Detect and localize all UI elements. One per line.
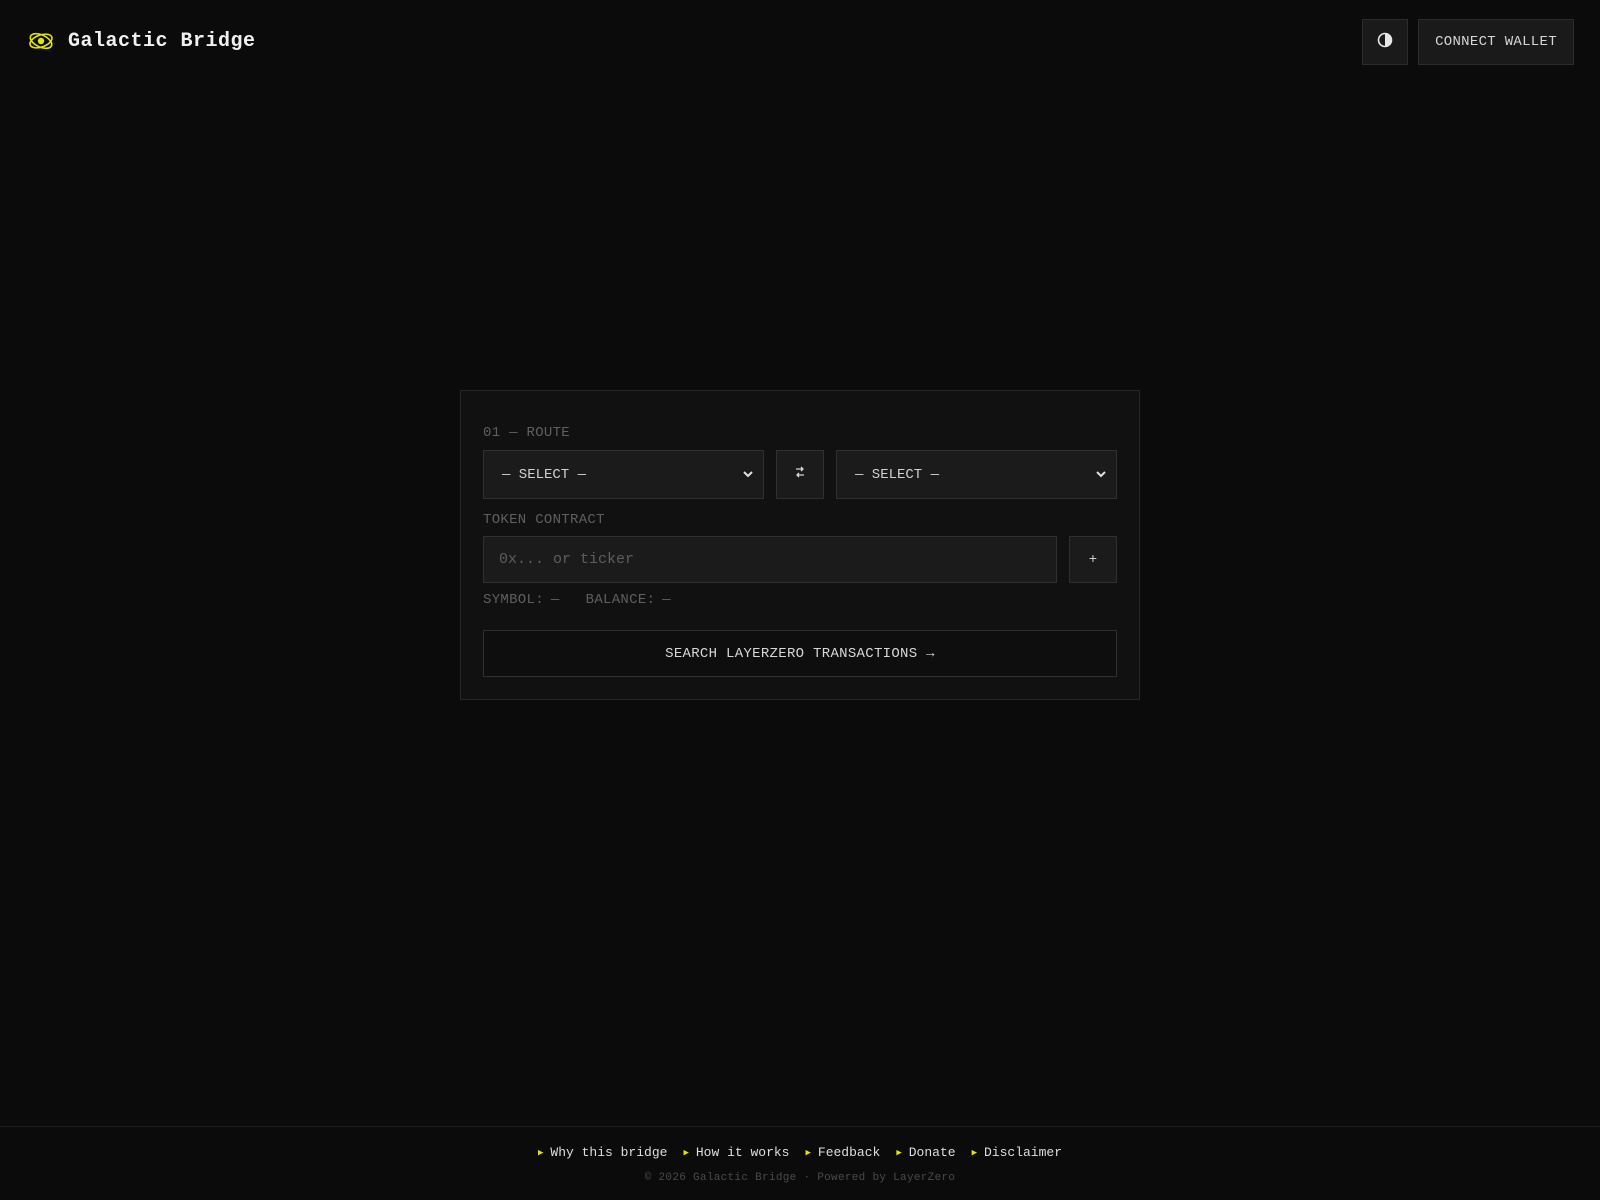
half-moon-contrast-icon [1377,32,1393,53]
swap-chains-button[interactable] [776,450,824,499]
triangle-bullet-icon: ▶ [805,1147,811,1158]
token-meta: SYMBOL: — BALANCE: — [483,592,671,608]
footer-link-label: Donate [908,1145,956,1160]
triangle-bullet-icon: ▶ [537,1147,544,1158]
symbol-readout: SYMBOL: — [483,592,560,608]
token-contract-input[interactable] [483,536,1057,583]
token-contract-label: TOKEN CONTRACT [483,512,605,528]
balance-readout: BALANCE: — [586,592,671,608]
theme-toggle-button[interactable] [1362,19,1408,65]
connect-wallet-button[interactable]: CONNECT WALLET [1418,19,1574,65]
brand[interactable]: Galactic Bridge [28,26,256,56]
app-header: Galactic Bridge CONNECT WALLET [0,0,1600,82]
app-title: Galactic Bridge [68,29,256,53]
search-transactions-button[interactable]: SEARCH LAYERZERO TRANSACTIONS → [483,630,1117,677]
footer-link-label: Disclaimer [983,1145,1062,1160]
source-chain-select[interactable]: — SELECT — [483,450,764,499]
balance-label: BALANCE: [585,592,656,608]
footer-link-feedback[interactable]: ▶ Feedback [805,1145,880,1160]
source-chain-select-value: — SELECT — [502,466,587,483]
triangle-bullet-icon: ▶ [971,1147,977,1158]
chevron-down-icon [741,467,755,481]
footer-link-donate[interactable]: ▶ Donate [896,1145,955,1160]
symbol-value: — [550,592,560,608]
footer: ▶ Why this bridge ▶ How it works ▶ Feedb… [0,1126,1600,1200]
bridge-card: 01 — ROUTE — SELECT — — SELECT — TOKEN C… [460,390,1140,700]
symbol-label: SYMBOL: [483,592,544,608]
footer-link-why-this-bridge[interactable]: ▶ Why this bridge [538,1145,667,1160]
triangle-bullet-icon: ▶ [683,1147,689,1158]
footer-link-label: Why this bridge [550,1145,668,1160]
copyright-text: © 2026 Galactic Bridge · Powered by Laye… [644,1172,956,1184]
footer-link-label: How it works [695,1145,790,1160]
add-token-button[interactable]: + [1069,536,1117,583]
planet-orbit-icon [28,28,54,54]
swap-arrows-icon [794,465,806,484]
destination-chain-select-value: — SELECT — [855,466,940,483]
balance-value: — [662,592,671,608]
chevron-down-icon [1094,467,1108,481]
footer-links: ▶ Why this bridge ▶ How it works ▶ Feedb… [0,1145,1600,1160]
destination-chain-select[interactable]: — SELECT — [836,450,1117,499]
footer-link-how-it-works[interactable]: ▶ How it works [683,1145,789,1160]
route-section-label: 01 — ROUTE [483,425,571,441]
footer-link-label: Feedback [817,1145,881,1160]
triangle-bullet-icon: ▶ [896,1147,902,1158]
footer-link-disclaimer[interactable]: ▶ Disclaimer [972,1145,1062,1160]
